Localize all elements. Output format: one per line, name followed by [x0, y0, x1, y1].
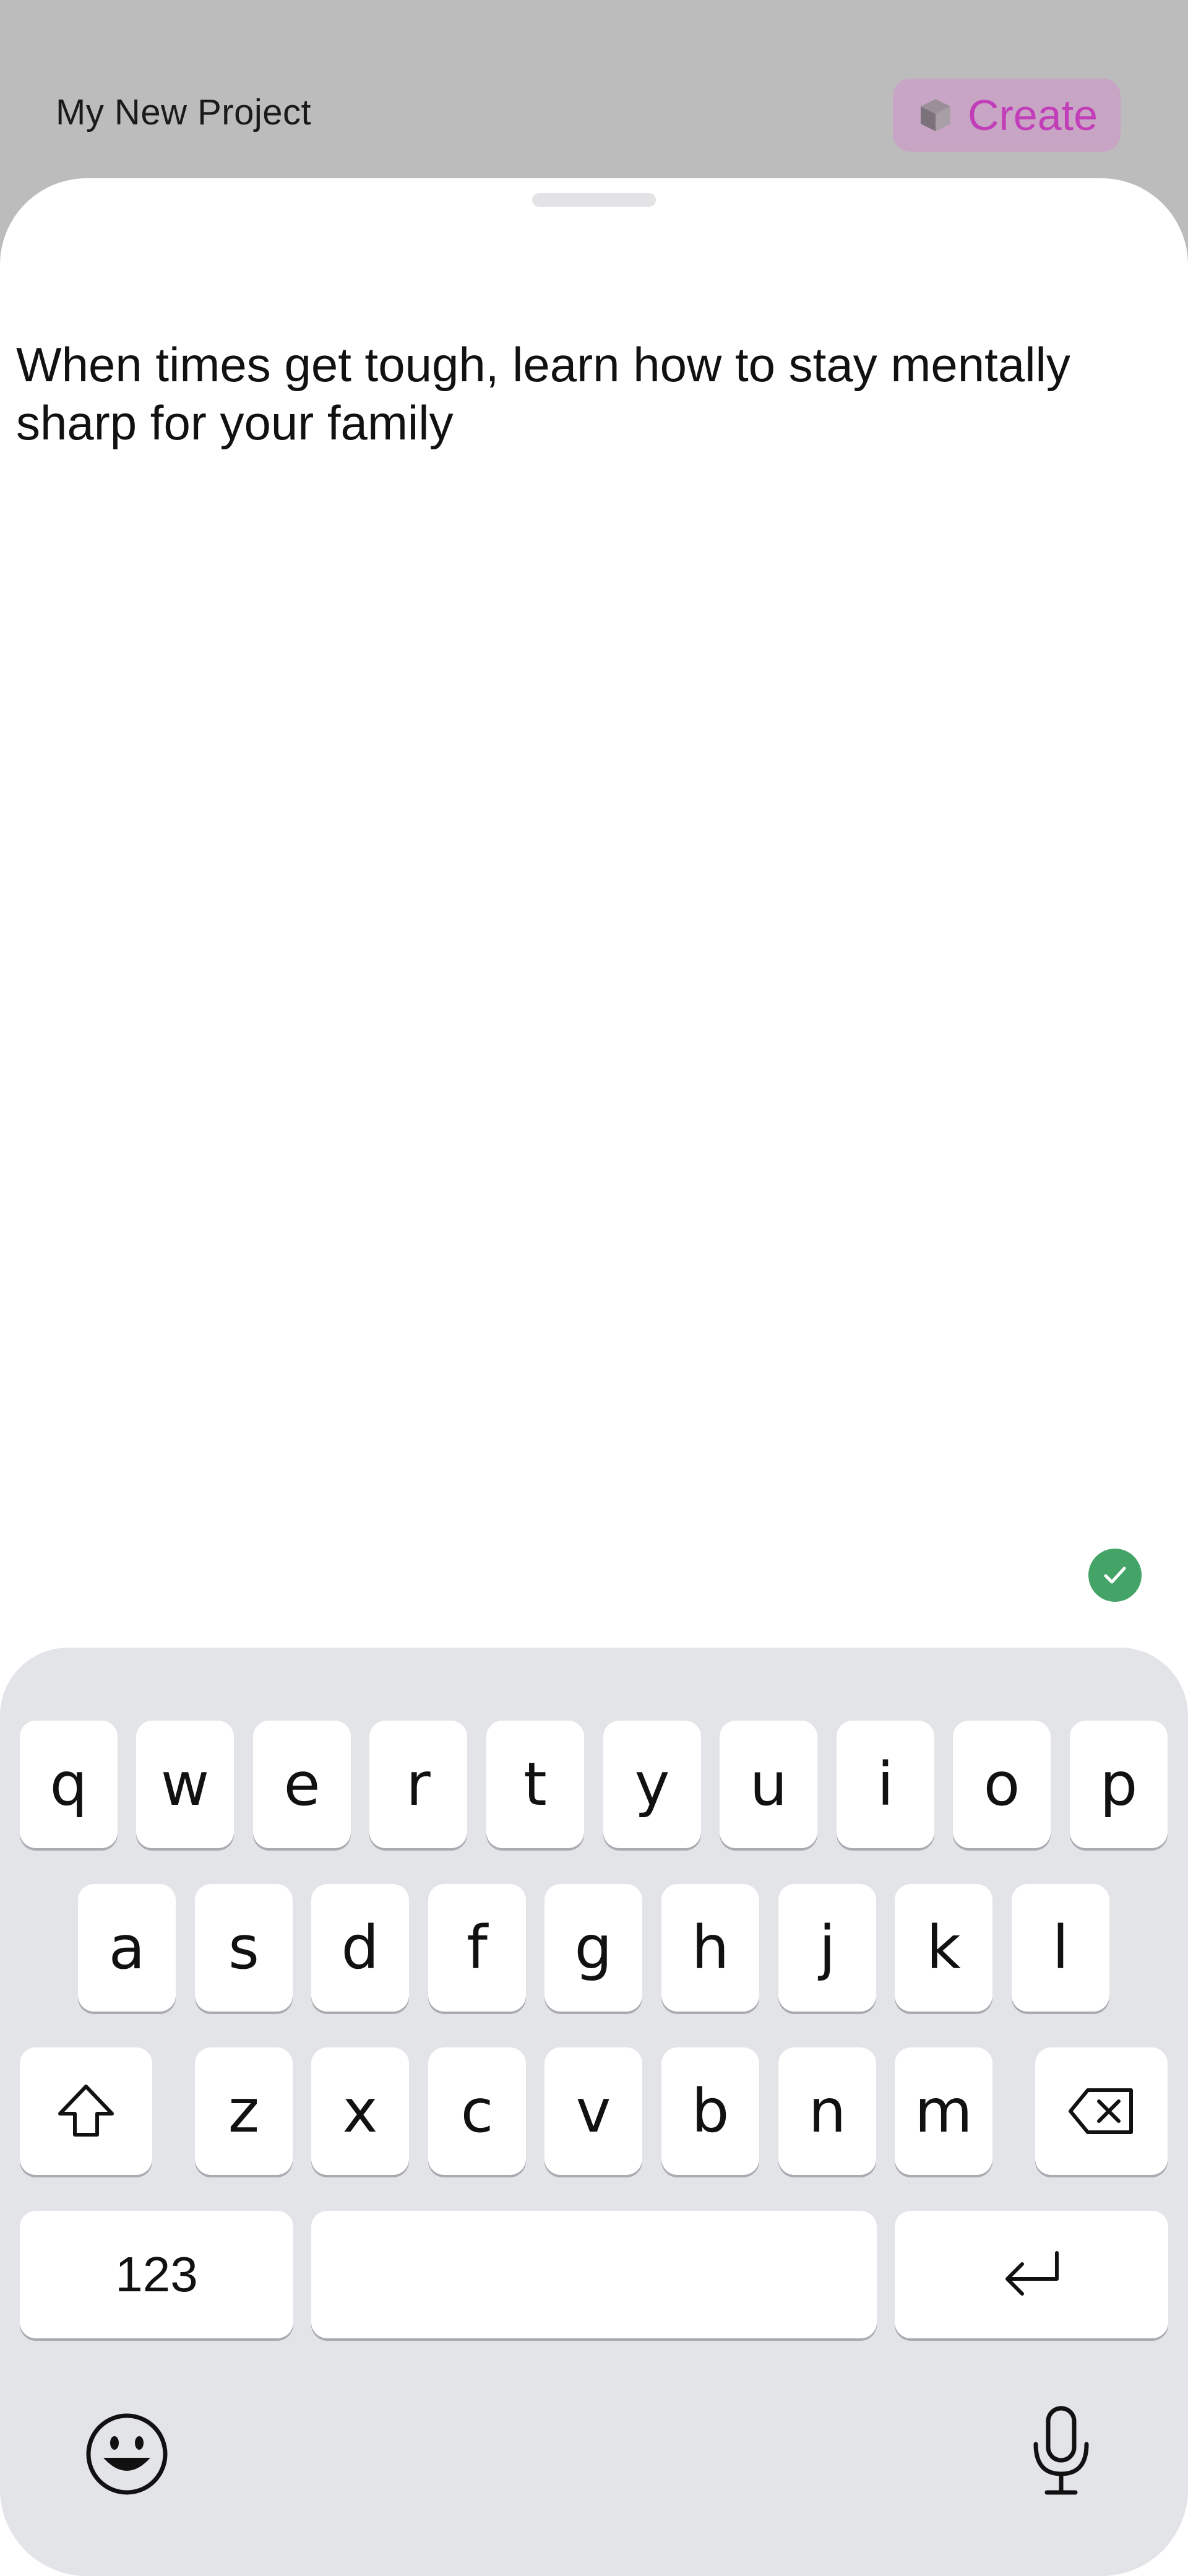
create-label: Create — [967, 91, 1098, 139]
space-key[interactable] — [311, 2211, 877, 2338]
key-e[interactable]: e — [253, 1721, 351, 1848]
key-s[interactable]: s — [195, 1884, 293, 2012]
key-p[interactable]: p — [1070, 1721, 1168, 1848]
key-g[interactable]: g — [544, 1884, 642, 2012]
key-i[interactable]: i — [837, 1721, 934, 1848]
key-x[interactable]: x — [311, 2047, 409, 2175]
cube-icon — [920, 99, 950, 131]
key-b[interactable]: b — [661, 2047, 759, 2175]
emoji-button[interactable] — [80, 2408, 173, 2500]
key-c[interactable]: c — [428, 2047, 526, 2175]
return-key[interactable] — [895, 2211, 1168, 2338]
key-d[interactable]: d — [311, 1884, 409, 2012]
key-z[interactable]: z — [195, 2047, 293, 2175]
checkmark-circle-icon[interactable] — [1088, 1549, 1142, 1602]
editor-text-area[interactable]: When times get tough, learn how to stay … — [16, 335, 1155, 452]
key-u[interactable]: u — [720, 1721, 817, 1848]
key-v[interactable]: v — [544, 2047, 642, 2175]
return-icon — [1005, 2251, 1059, 2296]
numbers-key[interactable]: 123 — [20, 2211, 293, 2338]
key-m[interactable]: m — [895, 2047, 992, 2175]
microphone-button[interactable] — [1015, 2401, 1108, 2500]
sheet-grabber[interactable] — [532, 193, 656, 207]
backspace-icon — [1069, 2088, 1133, 2134]
key-l[interactable]: l — [1012, 1884, 1109, 2012]
create-button[interactable]: Create — [893, 79, 1121, 152]
key-o[interactable]: o — [953, 1721, 1051, 1848]
key-k[interactable]: k — [895, 1884, 992, 2012]
shift-icon — [58, 2085, 114, 2137]
emoji-icon — [86, 2413, 168, 2495]
key-w[interactable]: w — [136, 1721, 234, 1848]
key-r[interactable]: r — [369, 1721, 467, 1848]
key-h[interactable]: h — [661, 1884, 759, 2012]
shift-key[interactable] — [20, 2047, 152, 2175]
top-bar: My New Project Create — [0, 0, 1188, 186]
keyboard: q w e r t y u i o p a s d f g h j k l z … — [0, 1648, 1188, 2576]
app-screen: My New Project Create When times get tou… — [0, 0, 1188, 2576]
microphone-icon — [1033, 2406, 1089, 2495]
key-a[interactable]: a — [78, 1884, 176, 2012]
key-f[interactable]: f — [428, 1884, 526, 2012]
key-q[interactable]: q — [20, 1721, 118, 1848]
key-n[interactable]: n — [778, 2047, 876, 2175]
key-y[interactable]: y — [603, 1721, 701, 1848]
checkmark-glyph — [1104, 1567, 1126, 1584]
key-t[interactable]: t — [486, 1721, 584, 1848]
key-j[interactable]: j — [778, 1884, 876, 2012]
backspace-key[interactable] — [1035, 2047, 1168, 2175]
project-title: My New Project — [56, 92, 312, 132]
